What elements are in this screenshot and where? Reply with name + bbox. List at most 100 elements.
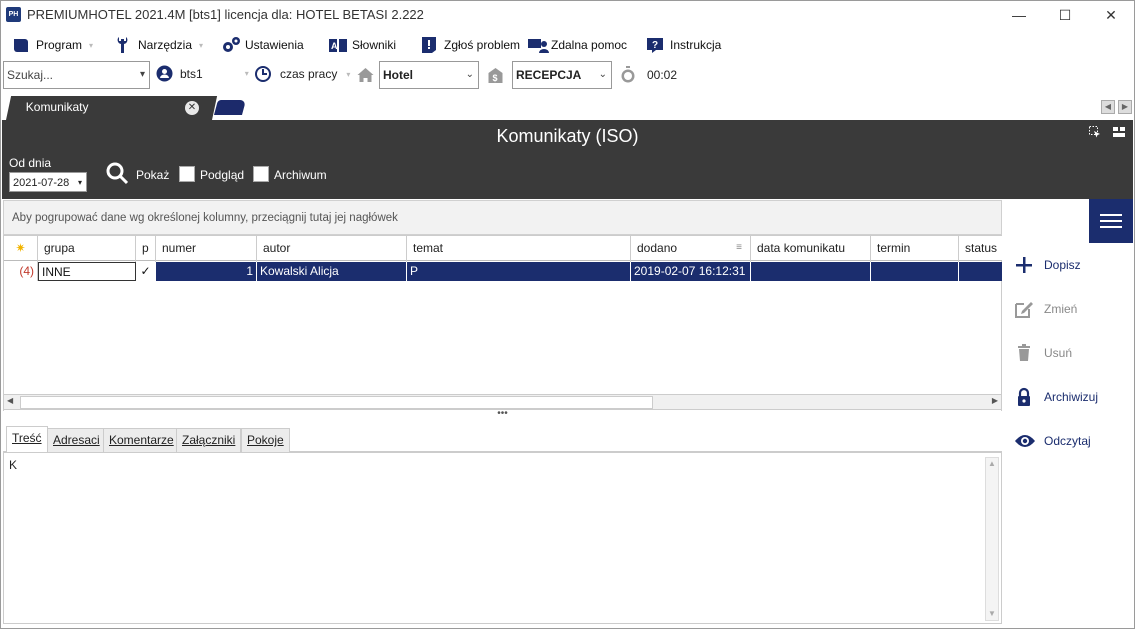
vertical-scrollbar[interactable]: ▲ ▼ [985,457,999,621]
column-header-data-komunikatu[interactable]: data komunikatu [751,236,871,262]
svg-text:$: $ [493,73,498,83]
delete-button[interactable]: Usuń [1014,341,1072,365]
search-input[interactable]: Szukaj... [7,68,53,82]
filter-panel: Komunikaty (ISO) Od dnia 2021-07-28 ▾ Po… [2,120,1133,199]
menu-zdalna-pomoc[interactable]: Zdalna pomoc [527,33,627,57]
archive-checkbox[interactable] [253,166,269,182]
menu-instrukcja[interactable]: ? Instrukcja [646,33,721,57]
cell-temat[interactable]: P [407,262,631,281]
tabs-scroll-right-icon[interactable]: ▶ [1118,100,1132,114]
tabs-scroll-left-icon[interactable]: ◀ [1101,100,1115,114]
cell-autor[interactable]: Kowalski Alicja [257,262,407,281]
cell-data-komunikatu[interactable] [751,262,871,281]
column-header-termin-waznosci[interactable]: termin ważności [871,236,959,279]
maximize-button[interactable]: ☐ [1042,0,1088,31]
hamburger-menu-button[interactable] [1089,199,1133,243]
eye-icon [1014,431,1035,451]
window-title: PREMIUMHOTEL 2021.4M [bts1] licencja dla… [27,7,424,22]
user-icon [156,65,173,82]
minimize-button[interactable]: — [996,0,1042,31]
chevron-down-icon[interactable]: ▾ [140,62,145,88]
column-header-grupa[interactable]: grupa [38,236,136,262]
chevron-down-icon[interactable]: ⌄ [599,62,607,88]
cell-termin-waznosci[interactable] [871,262,959,281]
cell-grupa[interactable]: INNE [38,262,136,281]
menu-slowniki[interactable]: A Słowniki [328,33,396,57]
chevron-down-icon[interactable]: ▾ [346,70,350,79]
cell-status[interactable] [959,262,1002,281]
delete-button-label: Usuń [1044,346,1073,360]
menu-zglos-problem[interactable]: Zgłoś problem [420,33,520,57]
hotel-select[interactable]: Hotel ⌄ [379,61,479,89]
message-content-area[interactable]: K ▲ ▼ [3,452,1002,624]
panel-title: Komunikaty (ISO) [496,126,639,146]
column-header-autor[interactable]: autor [257,236,407,262]
chevron-down-icon[interactable]: ▾ [78,173,82,193]
chevron-down-icon[interactable]: ▾ [245,69,249,78]
menu-narzedzia[interactable]: Narzędzia ▾ [114,33,203,57]
hotel-select-value: Hotel [383,68,413,82]
scroll-up-icon[interactable]: ▲ [986,458,998,470]
cell-p-checkbox[interactable]: ✓ [136,262,156,281]
work-time-label: czas pracy [280,67,338,81]
tab-zalaczniki[interactable]: Załączniki [176,428,242,452]
add-button-label: Dopisz [1044,258,1081,272]
message-content: K [9,458,18,472]
clock-icon [255,66,271,82]
archive-label: Archiwum [274,168,327,182]
table-row[interactable]: (4) INNE ✓ 1 Kowalski Alicja P 2019-02-0… [4,262,1002,281]
svg-text:A: A [331,41,338,51]
scroll-right-icon[interactable]: ▶ [992,396,998,405]
archive-button[interactable]: Archiwizuj [1014,385,1098,409]
column-header-numer[interactable]: numer [156,236,257,262]
tab-tresc[interactable]: Treść [6,426,48,453]
row-indicator-star-icon: ✷ [4,236,38,262]
splitter-handle[interactable]: ••• [3,409,1002,423]
stopwatch-icon [620,66,636,83]
search-combo[interactable]: Szukaj... ▾ [3,61,150,89]
chevron-down-icon[interactable]: ⌄ [466,62,474,88]
new-tab-button[interactable] [213,100,247,115]
chevron-down-icon: ▾ [199,40,204,50]
department-select[interactable]: RECEPCJA ⌄ [512,61,612,89]
edit-button[interactable]: Zmień [1014,297,1077,321]
preview-checkbox[interactable] [179,166,195,182]
read-button-label: Odczytaj [1044,434,1091,448]
tab-adresaci[interactable]: Adresaci [47,428,106,452]
tab-strip: Komunikaty [0,94,1135,120]
menu-instrukcja-label: Instrukcja [670,38,722,52]
column-header-status[interactable]: status [959,236,1002,262]
cell-dodano[interactable]: 2019-02-07 16:12:31 [631,262,751,281]
close-tab-icon[interactable]: ✕ [185,101,199,115]
scroll-left-icon[interactable]: ◀ [7,396,13,405]
close-window-button[interactable]: ✕ [1088,0,1134,31]
edit-icon [1014,299,1034,319]
menu-program-label: Program [36,38,83,52]
scrollbar-thumb[interactable] [20,396,653,409]
cell-numer[interactable]: 1 [156,262,257,281]
edit-button-label: Zmień [1044,302,1078,316]
group-by-drop-zone[interactable]: Aby pogrupować dane wg określonej kolumn… [3,200,1002,235]
column-header-dodano[interactable]: dodano ≡ [631,236,751,262]
toolbar: Szukaj... ▾ bts1 ▾ czas pracy ▾ Hotel ⌄ … [0,60,1135,90]
user-selector[interactable]: bts1 ▾ [156,65,249,82]
scroll-down-icon[interactable]: ▼ [986,608,998,620]
sort-icon: ≡ [736,242,742,253]
add-button[interactable]: Dopisz [1014,253,1081,277]
menu-program[interactable]: Program ▾ [12,33,93,57]
title-bar: PH PREMIUMHOTEL 2021.4M [bts1] licencja … [0,0,1135,31]
show-button[interactable]: Pokaż [136,168,169,182]
preview-label: Podgląd [200,168,245,182]
tab-pokoje[interactable]: Pokoje [241,428,290,452]
date-from-picker[interactable]: 2021-07-28 ▾ [9,172,87,192]
row-count: (4) [4,262,38,281]
column-header-temat[interactable]: temat [407,236,631,262]
app-logo-icon: PH [6,7,21,22]
lock-icon [1014,387,1034,407]
work-time-button[interactable]: czas pracy ▾ [254,65,350,83]
detail-tabs: Treść Adresaci Komentarze Załączniki Pok… [3,426,1002,453]
read-button[interactable]: Odczytaj [1014,429,1091,453]
tab-komentarze[interactable]: Komentarze [103,428,180,452]
menu-ustawienia[interactable]: Ustawienia [221,33,304,57]
column-header-p[interactable]: p [136,236,156,262]
